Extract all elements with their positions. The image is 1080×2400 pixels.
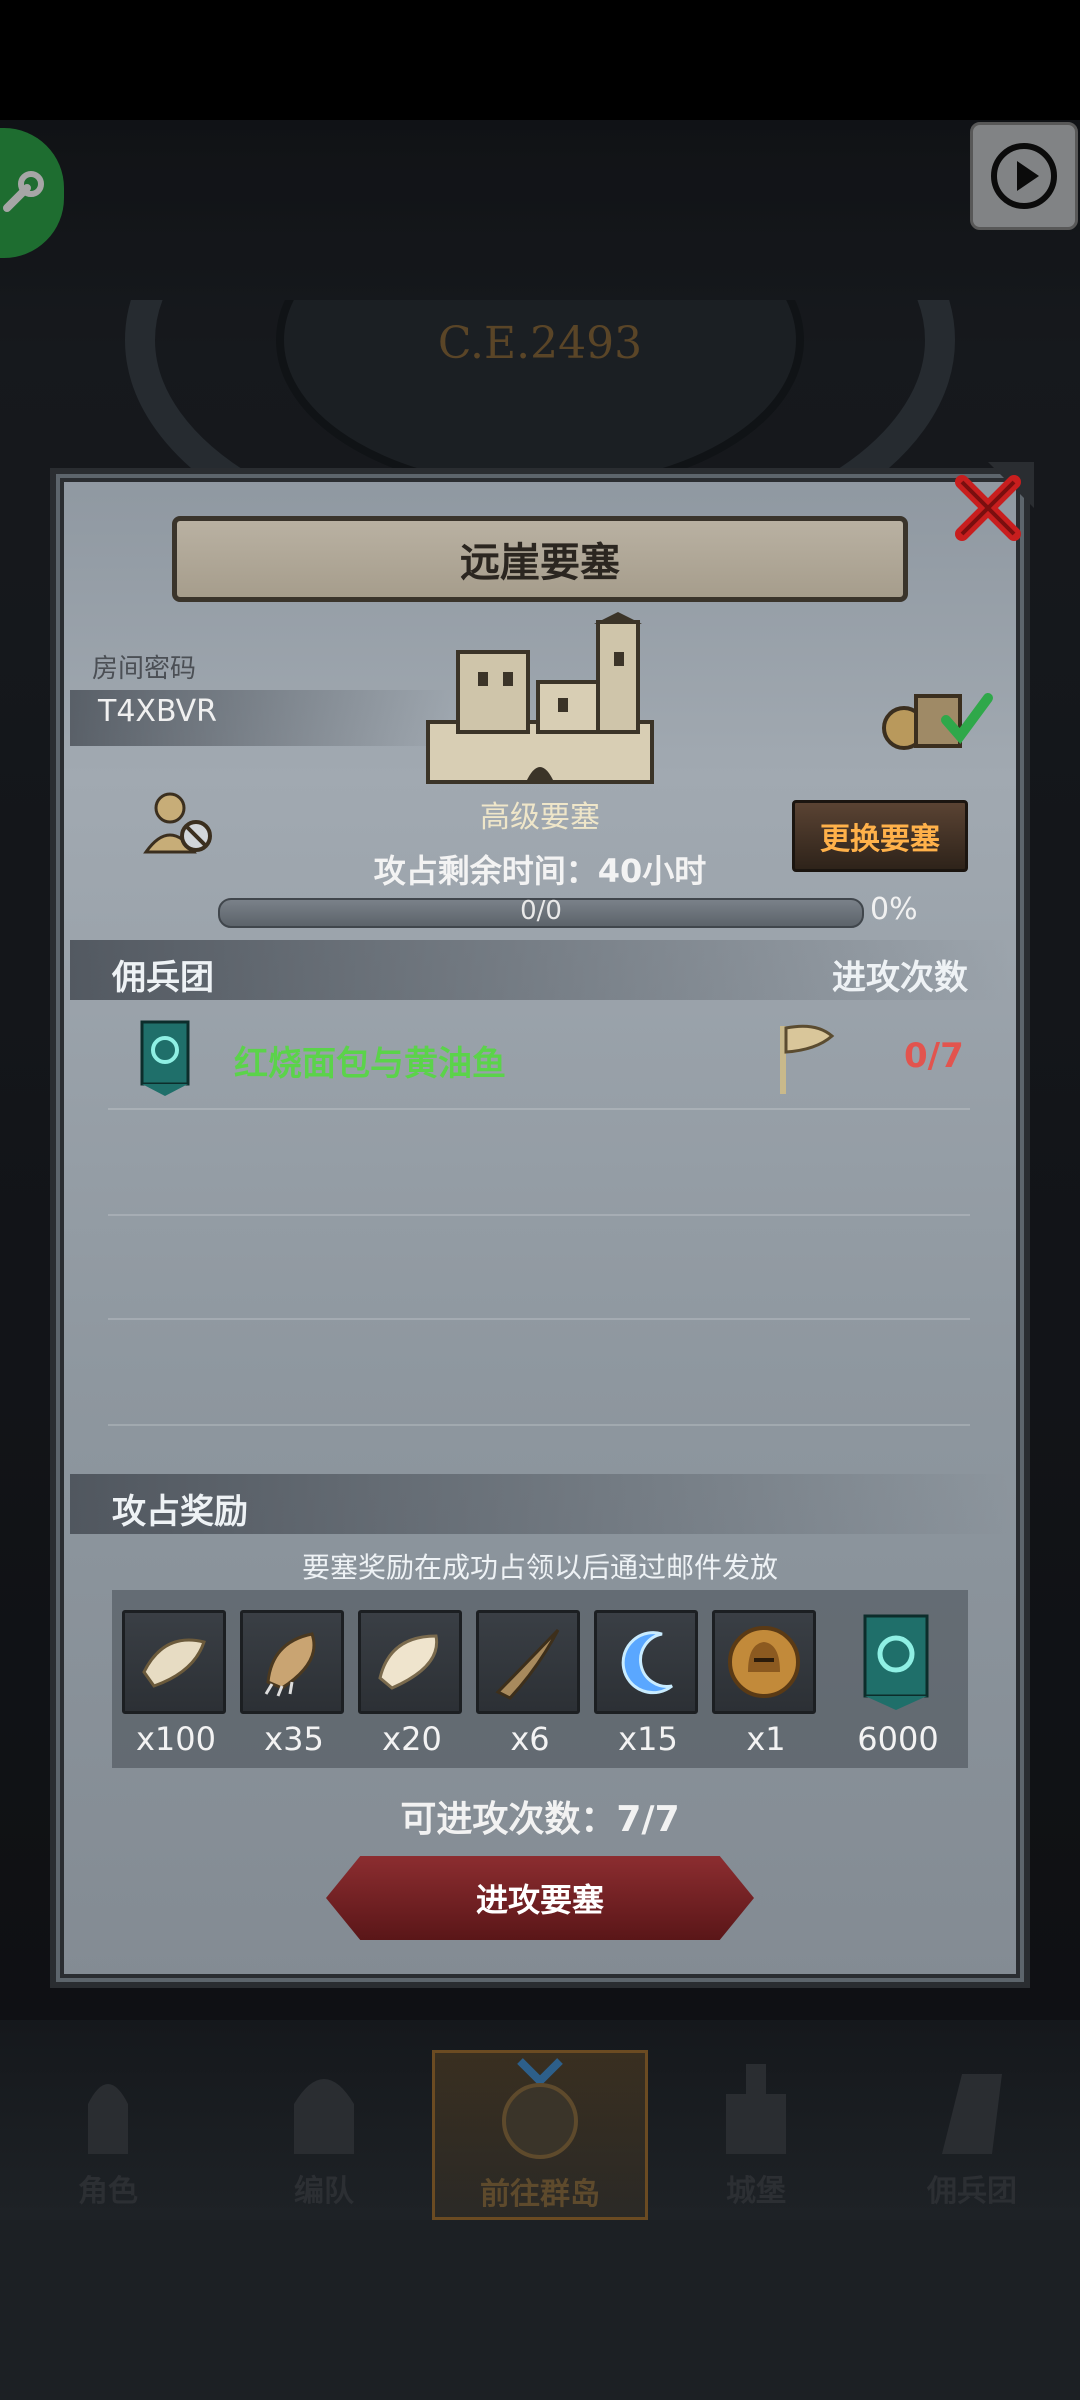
knight-icon (88, 2084, 128, 2154)
reward-item[interactable]: x100 (122, 1610, 230, 1758)
castle-icon (726, 2064, 786, 2154)
reward-section-title: 攻占奖励 (112, 1492, 248, 1532)
progress-bar: 0/0 (218, 896, 864, 928)
reward-note: 要塞奖励在成功占领以后通过邮件发放 (301, 1551, 778, 1584)
fur-pelt-icon (142, 1638, 206, 1688)
wing-icon (378, 1634, 439, 1690)
reward-qty: 6000 (857, 1720, 939, 1758)
reward-qty: x100 (135, 1720, 216, 1758)
progress-text: 0/0 (520, 896, 562, 926)
reward-qty: x20 (382, 1720, 442, 1758)
horn-icon (495, 1628, 560, 1700)
nav-label: 编队 (294, 2174, 354, 2209)
reward-item[interactable]: x20 (358, 1610, 466, 1758)
attack-count-header: 进攻次数 (832, 958, 968, 998)
castle-icon (426, 612, 654, 784)
panel-title: 远崖要塞 (172, 516, 908, 602)
row-divider (108, 1318, 970, 1320)
compass-globe-icon (502, 2058, 578, 2159)
status-bar (0, 0, 1080, 120)
nav-item-islands[interactable]: 前往群岛 (432, 2050, 648, 2220)
guild-row[interactable]: 红烧面包与黄油鱼 0/7 (70, 1010, 1010, 1110)
close-icon (955, 462, 1034, 541)
reward-item[interactable]: x15 (594, 1610, 702, 1758)
mercenary-icon (942, 2074, 1002, 2154)
reward-item[interactable]: 6000 (844, 1610, 952, 1758)
helmet-icon (294, 2079, 354, 2154)
reward-qty: x15 (618, 1720, 678, 1758)
claw-icon (264, 1632, 316, 1697)
progress-percent: 0% (870, 892, 918, 927)
row-divider (108, 1424, 970, 1426)
reward-item[interactable]: x1 (712, 1610, 820, 1758)
nav-item-character[interactable]: 角色 (0, 2050, 216, 2220)
guild-section-title: 佣兵团 (112, 958, 214, 998)
guild-name: 红烧面包与黄油鱼 (234, 1044, 506, 1084)
loot-bag-check-icon[interactable] (876, 676, 996, 756)
reward-item[interactable]: x35 (240, 1610, 348, 1758)
reward-qty: x6 (510, 1720, 550, 1758)
room-password: T4XBVR (98, 694, 217, 729)
guild-banner-icon (863, 1614, 929, 1710)
nav-label: 城堡 (726, 2174, 786, 2209)
nav-item-formation[interactable]: 编队 (216, 2050, 432, 2220)
attack-fortress-button[interactable]: 进攻要塞 (326, 1856, 754, 1940)
reward-qty: x1 (746, 1720, 786, 1758)
nav-item-castle[interactable]: 城堡 (648, 2050, 864, 2220)
row-divider (108, 1214, 970, 1216)
blue-crescent-icon (621, 1631, 673, 1695)
bottom-bar (0, 2220, 1080, 2400)
guild-banner-icon (140, 1020, 190, 1096)
row-divider (108, 1108, 970, 1110)
nav-label: 前往群岛 (480, 2177, 600, 2212)
flag-icon (780, 1024, 835, 1094)
knight-helmet-coin-icon (728, 1626, 800, 1698)
nav-item-mercenary[interactable]: 佣兵团 (864, 2050, 1080, 2220)
attempts-remaining: 可进攻次数：7/7 (400, 1799, 680, 1840)
nav-label: 角色 (78, 2174, 138, 2209)
guild-attack-count: 0/7 (904, 1036, 964, 1076)
close-button[interactable] (942, 462, 1034, 554)
reward-item[interactable]: x6 (476, 1610, 584, 1758)
room-password-label: 房间密码 (92, 654, 197, 684)
reward-qty: x35 (264, 1720, 324, 1758)
nav-label: 佣兵团 (927, 2174, 1017, 2209)
change-fortress-button[interactable]: 更换要塞 (792, 800, 968, 872)
